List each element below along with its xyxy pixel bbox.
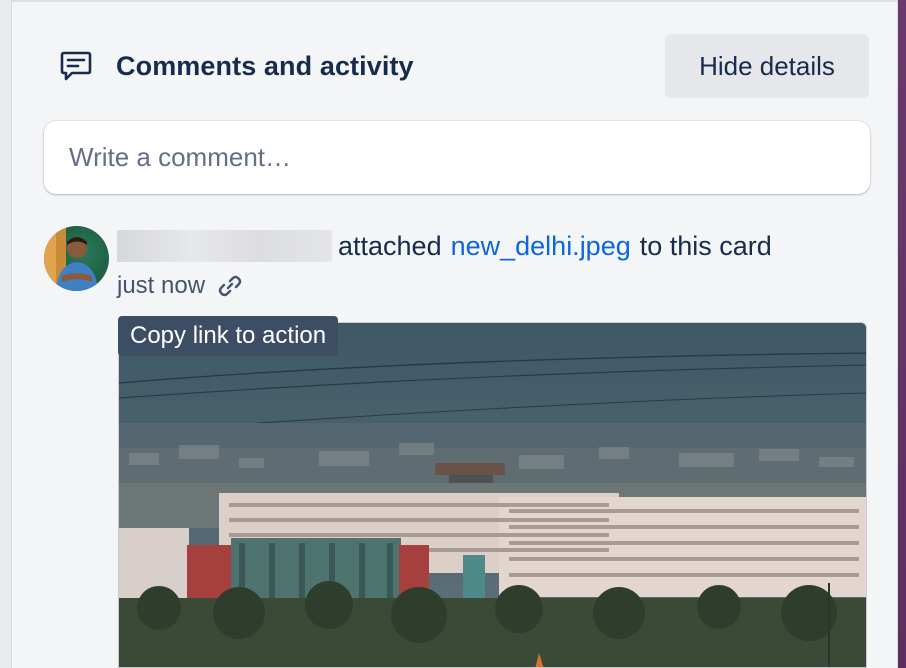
attachment-link[interactable]: new_delhi.jpeg [451, 231, 631, 262]
panel-left-border [0, 0, 12, 668]
activity-meta: just now [117, 270, 243, 302]
comment-input[interactable] [69, 142, 870, 173]
board-background-strip [898, 0, 906, 668]
comment-icon [58, 48, 94, 84]
activity-suffix: to this card [639, 230, 772, 261]
activity-entry: attached new_delhi.jpeg to this card [117, 228, 772, 264]
page-title: Comments and activity [116, 50, 414, 81]
comment-box[interactable] [44, 121, 870, 194]
redacted-username [117, 230, 332, 262]
attachment-preview-image[interactable] [118, 322, 867, 668]
avatar[interactable] [44, 226, 109, 291]
link-icon[interactable] [217, 273, 243, 299]
panel-top-border [12, 0, 898, 2]
activity-header: Comments and activity Hide details [58, 34, 869, 98]
activity-timestamp[interactable]: just now [117, 272, 205, 300]
copy-link-tooltip: Copy link to action [118, 316, 339, 356]
activity-verb: attached [338, 230, 442, 261]
hide-details-button[interactable]: Hide details [665, 34, 869, 98]
